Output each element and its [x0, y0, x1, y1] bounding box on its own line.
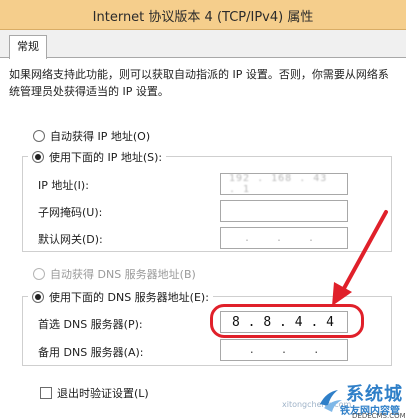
validate-on-exit-checkbox[interactable]: 退出时验证设置(L): [40, 385, 149, 401]
validate-checkbox-label: 退出时验证设置(L): [57, 387, 149, 400]
watermark-url: DEDECMS.COM: [352, 412, 406, 420]
red-arrow-icon: [332, 210, 388, 306]
tab-general[interactable]: 常规: [9, 35, 47, 59]
watermark: 系统城 铁友网内容管理系统 DEDECMS.COM: [316, 380, 406, 420]
validate-checkbox-box[interactable]: [40, 387, 52, 399]
